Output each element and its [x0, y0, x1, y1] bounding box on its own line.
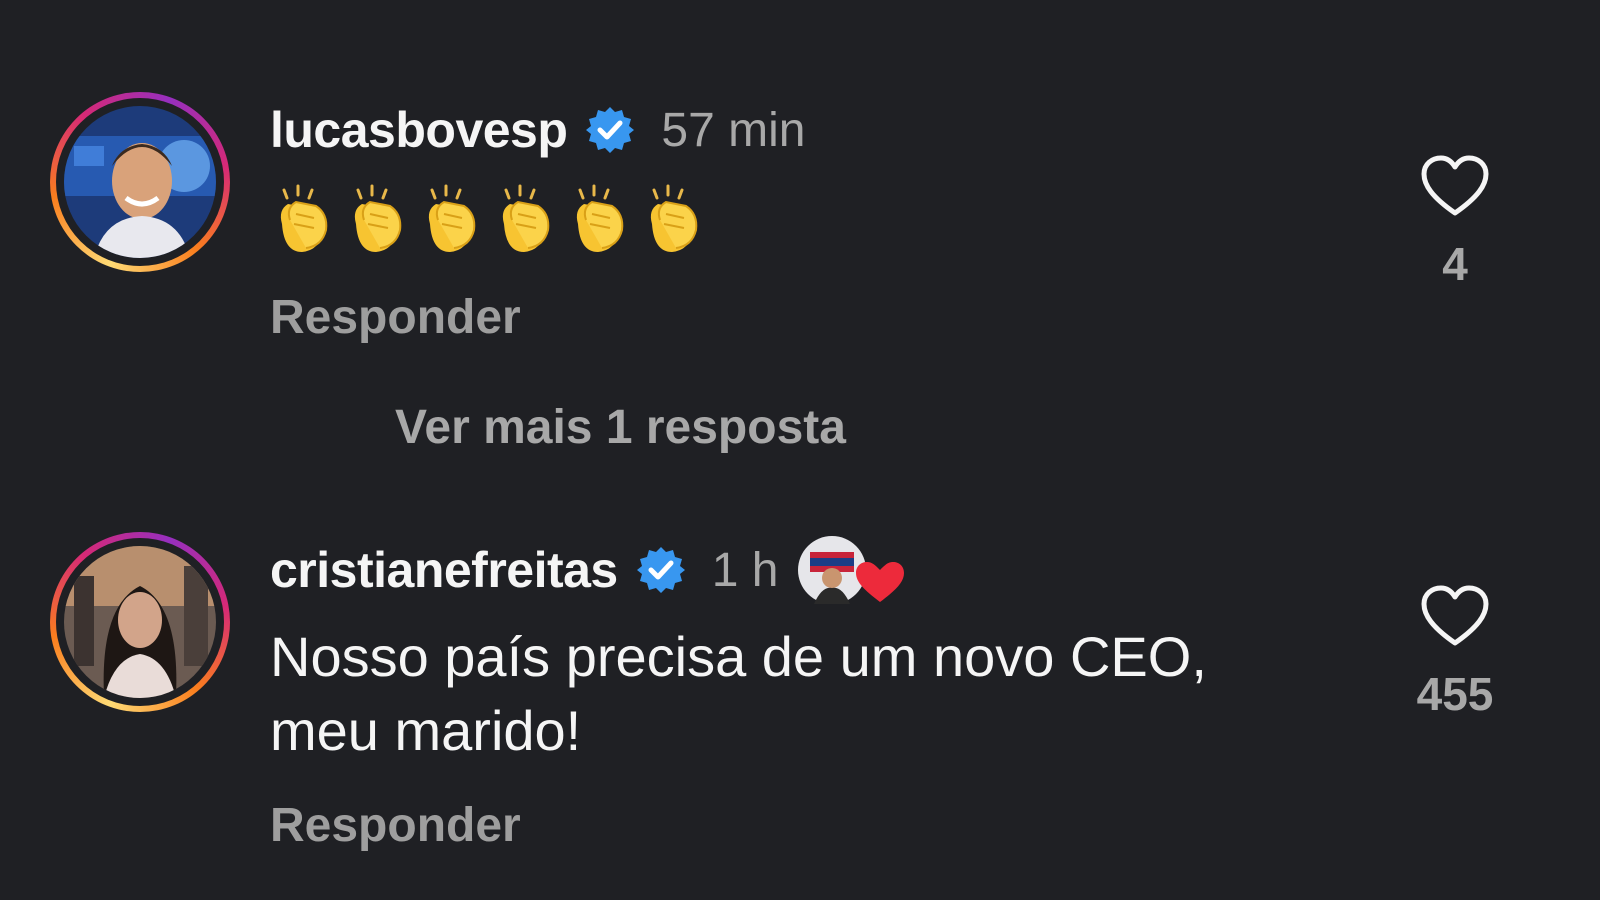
clapping-hands-emoji — [502, 184, 550, 252]
clapping-hands-emoji — [650, 184, 698, 252]
reply-button[interactable]: Responder — [270, 290, 1380, 345]
clapping-hands-emoji — [280, 184, 328, 252]
username[interactable]: cristianefreitas — [270, 541, 618, 599]
comment-text-line: Nosso país precisa de um novo CEO, — [270, 625, 1207, 688]
comment-emoji-content — [270, 180, 1380, 260]
creator-heart-reaction-icon — [798, 536, 905, 604]
verified-badge-icon — [636, 547, 685, 593]
clapping-hands-emoji — [428, 184, 476, 252]
like-count: 4 — [1442, 238, 1468, 290]
clapping-hands-emoji — [354, 184, 402, 252]
comment-text-line: meu marido! — [270, 699, 582, 762]
username[interactable]: lucasbovesp — [270, 101, 568, 159]
timestamp: 57 min — [661, 103, 806, 157]
timestamp: 1 h — [711, 543, 779, 597]
like-button[interactable]: 4 — [1400, 155, 1510, 291]
comment-text: Nosso país precisa de um novo CEO, meu m… — [270, 620, 1380, 768]
avatar[interactable] — [50, 92, 230, 272]
like-button[interactable]: 455 — [1400, 585, 1510, 721]
heart-outline-icon[interactable] — [1420, 155, 1490, 219]
avatar[interactable] — [50, 532, 230, 712]
like-count: 455 — [1416, 668, 1494, 720]
reply-button[interactable]: Responder — [270, 798, 1380, 853]
verified-badge-icon — [586, 107, 635, 153]
view-more-replies-button[interactable]: Ver mais 1 resposta — [395, 400, 846, 455]
heart-outline-icon[interactable] — [1420, 585, 1490, 649]
clapping-hands-emoji — [576, 184, 624, 252]
